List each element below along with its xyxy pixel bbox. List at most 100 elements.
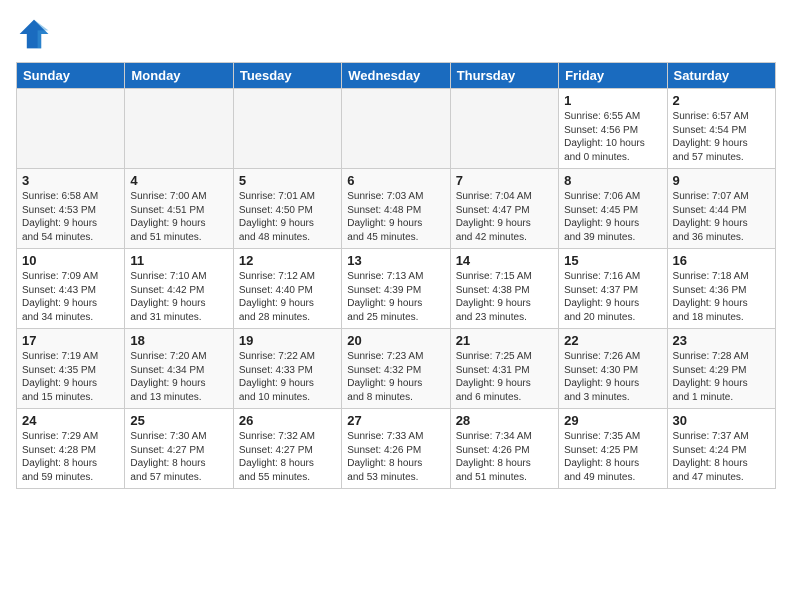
- day-cell: 23 Sunrise: 7:28 AM Sunset: 4:29 PM Dayli…: [667, 329, 775, 409]
- day-cell: [450, 89, 558, 169]
- weekday-header-wednesday: Wednesday: [342, 63, 450, 89]
- day-info: Sunrise: 7:04 AM Sunset: 4:47 PM Dayligh…: [456, 190, 553, 244]
- day-number: 6: [347, 173, 444, 188]
- weekday-header-friday: Friday: [559, 63, 667, 89]
- day-cell: 20 Sunrise: 7:23 AM Sunset: 4:32 PM Dayli…: [342, 329, 450, 409]
- day-cell: 14 Sunrise: 7:15 AM Sunset: 4:38 PM Dayli…: [450, 249, 558, 329]
- day-info: Sunrise: 7:13 AM Sunset: 4:39 PM Dayligh…: [347, 270, 444, 324]
- logo: [16, 16, 56, 52]
- week-row-1: 1 Sunrise: 6:55 AM Sunset: 4:56 PM Daylig…: [17, 89, 776, 169]
- day-number: 28: [456, 413, 553, 428]
- day-cell: [17, 89, 125, 169]
- day-cell: 15Sunrise: 7:16 AM Sunset: 4:37 PM Dayli…: [559, 249, 667, 329]
- day-info: Sunrise: 7:35 AM Sunset: 4:25 PM Dayligh…: [564, 430, 661, 484]
- day-cell: 11 Sunrise: 7:10 AM Sunset: 4:42 PM Dayli…: [125, 249, 233, 329]
- day-cell: 17 Sunrise: 7:19 AM Sunset: 4:35 PM Dayli…: [17, 329, 125, 409]
- day-info: Sunrise: 7:25 AM Sunset: 4:31 PM Dayligh…: [456, 350, 553, 404]
- day-info: Sunrise: 7:07 AM Sunset: 4:44 PM Dayligh…: [673, 190, 770, 244]
- day-info: Sunrise: 7:15 AM Sunset: 4:38 PM Dayligh…: [456, 270, 553, 324]
- week-row-3: 10Sunrise: 7:09 AM Sunset: 4:43 PM Dayli…: [17, 249, 776, 329]
- day-number: 4: [130, 173, 227, 188]
- day-cell: 16Sunrise: 7:18 AM Sunset: 4:36 PM Dayli…: [667, 249, 775, 329]
- day-cell: 9Sunrise: 7:07 AM Sunset: 4:44 PM Daylig…: [667, 169, 775, 249]
- day-info: Sunrise: 7:28 AM Sunset: 4:29 PM Dayligh…: [673, 350, 770, 404]
- week-row-5: 24 Sunrise: 7:29 AM Sunset: 4:28 PM Dayli…: [17, 409, 776, 489]
- day-cell: 5 Sunrise: 7:01 AM Sunset: 4:50 PM Daylig…: [233, 169, 341, 249]
- day-cell: 18 Sunrise: 7:20 AM Sunset: 4:34 PM Dayli…: [125, 329, 233, 409]
- day-info: Sunrise: 7:16 AM Sunset: 4:37 PM Dayligh…: [564, 270, 661, 324]
- day-info: Sunrise: 7:37 AM Sunset: 4:24 PM Dayligh…: [673, 430, 770, 484]
- day-cell: 24 Sunrise: 7:29 AM Sunset: 4:28 PM Dayli…: [17, 409, 125, 489]
- day-info: Sunrise: 6:55 AM Sunset: 4:56 PM Dayligh…: [564, 110, 661, 164]
- day-cell: 3 Sunrise: 6:58 AM Sunset: 4:53 PM Daylig…: [17, 169, 125, 249]
- header-row: [16, 16, 776, 52]
- day-number: 23: [673, 333, 770, 348]
- day-number: 17: [22, 333, 119, 348]
- day-number: 5: [239, 173, 336, 188]
- day-cell: [233, 89, 341, 169]
- logo-icon: [16, 16, 52, 52]
- day-info: Sunrise: 6:57 AM Sunset: 4:54 PM Dayligh…: [673, 110, 770, 164]
- day-info: Sunrise: 7:06 AM Sunset: 4:45 PM Dayligh…: [564, 190, 661, 244]
- day-cell: 12 Sunrise: 7:12 AM Sunset: 4:40 PM Dayli…: [233, 249, 341, 329]
- day-number: 20: [347, 333, 444, 348]
- day-cell: 1 Sunrise: 6:55 AM Sunset: 4:56 PM Daylig…: [559, 89, 667, 169]
- day-number: 11: [130, 253, 227, 268]
- day-number: 30: [673, 413, 770, 428]
- day-info: Sunrise: 7:26 AM Sunset: 4:30 PM Dayligh…: [564, 350, 661, 404]
- day-info: Sunrise: 7:03 AM Sunset: 4:48 PM Dayligh…: [347, 190, 444, 244]
- day-info: Sunrise: 7:23 AM Sunset: 4:32 PM Dayligh…: [347, 350, 444, 404]
- week-row-2: 3 Sunrise: 6:58 AM Sunset: 4:53 PM Daylig…: [17, 169, 776, 249]
- day-cell: [125, 89, 233, 169]
- week-row-4: 17 Sunrise: 7:19 AM Sunset: 4:35 PM Dayli…: [17, 329, 776, 409]
- day-cell: 6 Sunrise: 7:03 AM Sunset: 4:48 PM Daylig…: [342, 169, 450, 249]
- day-cell: 7 Sunrise: 7:04 AM Sunset: 4:47 PM Daylig…: [450, 169, 558, 249]
- weekday-header-row: SundayMondayTuesdayWednesdayThursdayFrid…: [17, 63, 776, 89]
- day-cell: 4 Sunrise: 7:00 AM Sunset: 4:51 PM Daylig…: [125, 169, 233, 249]
- day-cell: 8 Sunrise: 7:06 AM Sunset: 4:45 PM Daylig…: [559, 169, 667, 249]
- day-number: 14: [456, 253, 553, 268]
- weekday-header-monday: Monday: [125, 63, 233, 89]
- day-number: 24: [22, 413, 119, 428]
- day-info: Sunrise: 7:19 AM Sunset: 4:35 PM Dayligh…: [22, 350, 119, 404]
- day-number: 12: [239, 253, 336, 268]
- day-number: 8: [564, 173, 661, 188]
- day-info: Sunrise: 7:18 AM Sunset: 4:36 PM Dayligh…: [673, 270, 770, 324]
- day-number: 3: [22, 173, 119, 188]
- day-info: Sunrise: 7:22 AM Sunset: 4:33 PM Dayligh…: [239, 350, 336, 404]
- day-number: 18: [130, 333, 227, 348]
- day-info: Sunrise: 7:00 AM Sunset: 4:51 PM Dayligh…: [130, 190, 227, 244]
- day-number: 27: [347, 413, 444, 428]
- day-info: Sunrise: 7:20 AM Sunset: 4:34 PM Dayligh…: [130, 350, 227, 404]
- weekday-header-thursday: Thursday: [450, 63, 558, 89]
- day-info: Sunrise: 7:30 AM Sunset: 4:27 PM Dayligh…: [130, 430, 227, 484]
- day-info: Sunrise: 7:33 AM Sunset: 4:26 PM Dayligh…: [347, 430, 444, 484]
- day-info: Sunrise: 7:01 AM Sunset: 4:50 PM Dayligh…: [239, 190, 336, 244]
- day-number: 1: [564, 93, 661, 108]
- day-number: 10: [22, 253, 119, 268]
- calendar-table: SundayMondayTuesdayWednesdayThursdayFrid…: [16, 62, 776, 489]
- weekday-header-sunday: Sunday: [17, 63, 125, 89]
- day-info: Sunrise: 7:32 AM Sunset: 4:27 PM Dayligh…: [239, 430, 336, 484]
- day-number: 25: [130, 413, 227, 428]
- day-cell: 27 Sunrise: 7:33 AM Sunset: 4:26 PM Dayli…: [342, 409, 450, 489]
- day-number: 22: [564, 333, 661, 348]
- day-number: 13: [347, 253, 444, 268]
- day-number: 29: [564, 413, 661, 428]
- day-cell: 28 Sunrise: 7:34 AM Sunset: 4:26 PM Dayli…: [450, 409, 558, 489]
- day-cell: 2 Sunrise: 6:57 AM Sunset: 4:54 PM Daylig…: [667, 89, 775, 169]
- day-cell: 26Sunrise: 7:32 AM Sunset: 4:27 PM Dayli…: [233, 409, 341, 489]
- day-cell: [342, 89, 450, 169]
- day-info: Sunrise: 7:12 AM Sunset: 4:40 PM Dayligh…: [239, 270, 336, 324]
- day-cell: 29 Sunrise: 7:35 AM Sunset: 4:25 PM Dayli…: [559, 409, 667, 489]
- day-info: Sunrise: 6:58 AM Sunset: 4:53 PM Dayligh…: [22, 190, 119, 244]
- day-info: Sunrise: 7:10 AM Sunset: 4:42 PM Dayligh…: [130, 270, 227, 324]
- day-number: 19: [239, 333, 336, 348]
- day-number: 7: [456, 173, 553, 188]
- day-number: 2: [673, 93, 770, 108]
- day-cell: 19 Sunrise: 7:22 AM Sunset: 4:33 PM Dayli…: [233, 329, 341, 409]
- day-info: Sunrise: 7:29 AM Sunset: 4:28 PM Dayligh…: [22, 430, 119, 484]
- day-info: Sunrise: 7:34 AM Sunset: 4:26 PM Dayligh…: [456, 430, 553, 484]
- day-number: 21: [456, 333, 553, 348]
- day-cell: 25 Sunrise: 7:30 AM Sunset: 4:27 PM Dayli…: [125, 409, 233, 489]
